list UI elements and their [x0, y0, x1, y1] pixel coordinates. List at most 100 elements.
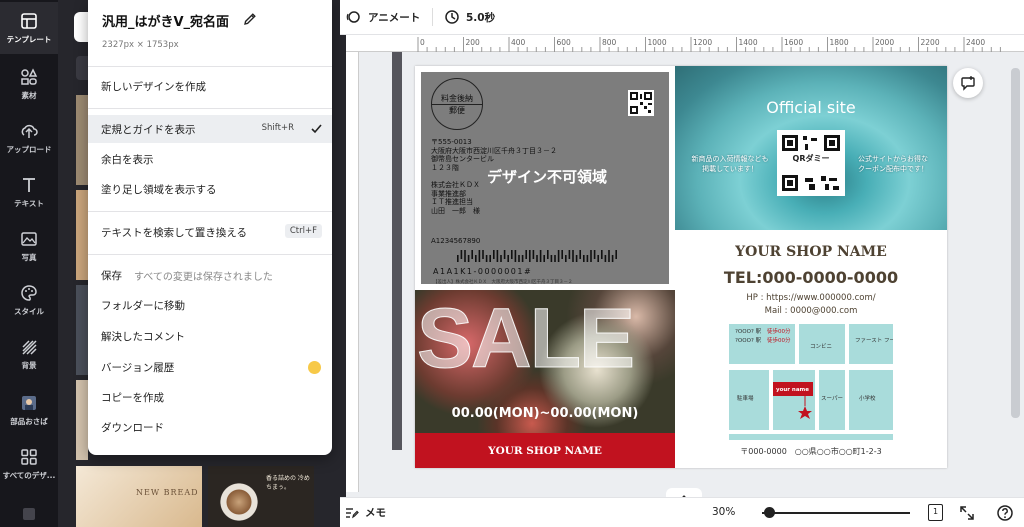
rail-item-photos[interactable]: 写真 — [0, 220, 58, 272]
barcode-bar — [511, 250, 513, 259]
fullscreen-icon[interactable] — [958, 504, 976, 522]
menu-item-make-copy[interactable]: コピーを作成 — [88, 383, 332, 411]
shop-map: ?OOO? 駅 徒歩00分 ?OOO? 駅 徒歩00分 コンビニ ファースト フ… — [729, 324, 893, 440]
notes-button[interactable]: メモ — [344, 505, 386, 520]
design-title[interactable]: 汎用_はがきV_宛名面 — [102, 11, 229, 30]
menu-divider — [88, 66, 332, 67]
horizontal-ruler[interactable]: 0 200 400 600 800 1000 1200 1400 1600 1800 2000 220… — [346, 35, 1024, 52]
map-your-name: your name — [776, 387, 809, 393]
zoom-slider[interactable] — [762, 512, 910, 514]
barcode-bar — [601, 250, 603, 259]
menu-item-save[interactable]: 保存 すべての変更は保存されました — [88, 261, 332, 289]
shop-name: YOUR SHOP NAME — [735, 244, 887, 260]
menu-item-version-history[interactable]: バージョン履歴 — [88, 353, 332, 381]
map-school: 小学校 — [859, 394, 876, 402]
template-thumbnail-coffee[interactable]: 香る詰めの 冷めちまぅ。 — [208, 466, 314, 527]
ruler-tick-label: 0 — [420, 38, 425, 47]
add-comment-button[interactable] — [953, 68, 983, 98]
menu-item-show-margins[interactable]: 余白を表示 — [88, 145, 332, 173]
template-thumbnail[interactable] — [76, 95, 88, 185]
notes-icon — [346, 508, 359, 519]
template-thumbnail-bread[interactable]: NEW BREAD — [76, 466, 202, 527]
page-count-button[interactable]: 1 — [928, 504, 943, 521]
stamp-line-1: 料金後納 — [432, 93, 482, 105]
ruler-tick-label: 2200 — [921, 38, 940, 47]
rail-item-elements[interactable]: 素材 — [0, 58, 58, 110]
photo-icon — [21, 231, 37, 246]
menu-item-new-design[interactable]: 新しいデザインを作成 — [88, 72, 332, 100]
ruler-tick-label: 600 — [557, 38, 572, 47]
sale-block[interactable]: SALE 00.00(MON)~00.00(MON) YOUR SHOP NAM… — [415, 290, 675, 468]
barcode-bar — [565, 255, 567, 262]
ruler-tick-label: 1000 — [648, 38, 667, 47]
rail-item-parts[interactable]: 部品おさば — [0, 384, 58, 436]
barcode-bar — [521, 255, 524, 262]
shop-hp: HP : https://www.000000.com/ — [746, 293, 876, 303]
animate-button[interactable]: アニメート — [346, 9, 420, 25]
coupon-note: 公式サイトからお得な クーポン配布中です！ — [858, 155, 928, 173]
barcode-bar — [500, 255, 502, 262]
template-thumbnail[interactable] — [76, 380, 88, 460]
official-site-block[interactable]: Official site QRダミー 新商品の入荷情報なども 掲載しています！… — [675, 66, 947, 230]
postcard-page[interactable]: 料金後納 郵便 〒555-0013 大阪府大阪市西淀川区千舟３丁目３－２ 御幣島… — [415, 66, 947, 468]
menu-item-show-bleed[interactable]: 塗り足し領域を表示する — [88, 175, 332, 203]
rail-item-apps[interactable]: すべてのデザ... — [0, 438, 58, 490]
shop-tel: TEL:000-0000-0000 — [723, 268, 899, 287]
check-icon — [311, 124, 322, 134]
rail-item-more[interactable] — [0, 500, 58, 527]
canvas-scrollbar[interactable] — [1011, 68, 1020, 418]
panel-scrollbar[interactable] — [392, 0, 402, 450]
postage-stamp: 料金後納 郵便 — [431, 78, 483, 130]
barcode-bar — [485, 255, 488, 262]
rail-item-background[interactable]: 背景 — [0, 328, 58, 380]
barcode-bar — [597, 255, 599, 262]
barcode-bar — [547, 250, 549, 259]
rail-item-text[interactable]: テキスト — [0, 166, 58, 218]
map-parking: 駐車場 — [737, 394, 754, 402]
barcode-bar — [478, 250, 481, 262]
background-icon — [22, 339, 37, 355]
animate-icon — [346, 11, 360, 23]
rail-label-text: テキスト — [14, 198, 44, 208]
menu-item-resolved-comments[interactable]: 解決したコメント — [88, 322, 332, 350]
shop-info-block[interactable]: YOUR SHOP NAME TEL:000-0000-0000 HP : ht… — [675, 230, 947, 468]
barcode-bar — [554, 255, 556, 262]
comment-add-icon — [961, 76, 975, 91]
square-icon — [23, 507, 35, 520]
upload-icon — [21, 124, 38, 138]
rail-label-background: 背景 — [21, 360, 37, 370]
template-thumbnail[interactable] — [76, 190, 88, 280]
barcode-bar — [475, 255, 477, 262]
barcode-bar — [583, 255, 585, 262]
vertical-ruler[interactable] — [346, 52, 359, 492]
barcode-number: A1234567890 — [431, 237, 481, 245]
help-icon[interactable] — [996, 504, 1014, 522]
menu-item-move-folder[interactable]: フォルダーに移動 — [88, 291, 332, 319]
map-station-a: ?OOO? 駅 — [735, 328, 762, 335]
animate-label: アニメート — [368, 11, 421, 24]
rail-item-templates[interactable]: テンプレート — [0, 2, 58, 54]
rail-label-parts: 部品おさば — [10, 416, 48, 426]
zoom-slider-handle[interactable] — [764, 507, 776, 518]
ruler-tick-label: 800 — [602, 38, 617, 47]
rail-item-styles[interactable]: スタイル — [0, 274, 58, 326]
menu-item-download[interactable]: ダウンロード — [88, 413, 332, 441]
qr-dummy-label: QRダミー — [788, 153, 834, 165]
barcode-bar — [593, 250, 596, 259]
crown-icon — [308, 361, 321, 374]
no-design-area: 料金後納 郵便 〒555-0013 大阪府大阪市西淀川区千舟３丁目３－２ 御幣島… — [419, 70, 671, 286]
menu-item-find-replace[interactable]: テキストを検索して置き換える Ctrl+F — [88, 218, 332, 246]
rail-label-apps: すべてのデザ... — [2, 470, 56, 480]
zoom-level[interactable]: 30% — [712, 506, 735, 518]
coffee-template-text: 香る詰めの 冷めちまぅ。 — [266, 475, 310, 491]
parts-icon — [22, 395, 36, 410]
rail-item-upload[interactable]: アップロード — [0, 112, 58, 164]
menu-item-show-rulers[interactable]: 定規とガイドを表示 Shift+R — [88, 115, 332, 143]
barcode-bar — [464, 250, 466, 262]
barcode-bar — [525, 250, 527, 259]
duration-button[interactable]: 5.0秒 — [444, 9, 495, 25]
template-thumbnail[interactable] — [76, 285, 88, 375]
ruler-tick-label: 1400 — [739, 38, 758, 47]
design-dimensions: 2327px × 1753px — [102, 40, 179, 50]
pencil-icon[interactable] — [242, 11, 258, 27]
